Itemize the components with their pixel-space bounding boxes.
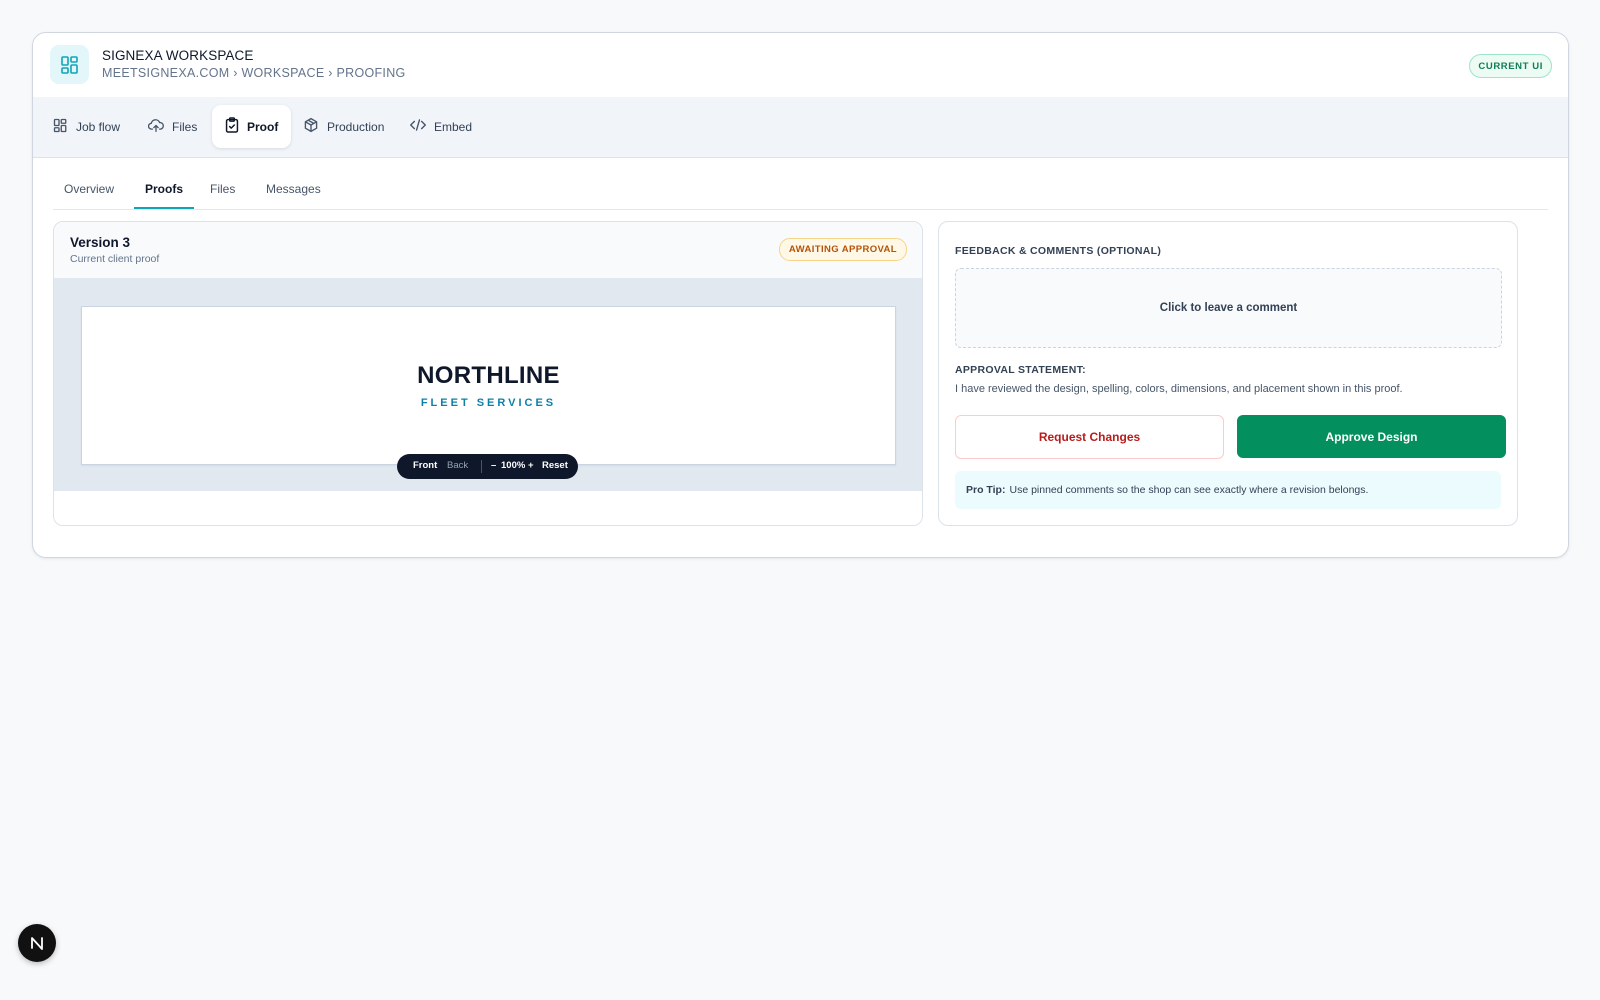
- zoom-level: 100%: [501, 460, 526, 471]
- version-subtitle: Current client proof: [70, 253, 160, 265]
- request-changes-button[interactable]: Request Changes: [955, 415, 1224, 459]
- nav-job-flow[interactable]: Job flow: [40, 105, 133, 148]
- clipboard-check-icon: [225, 117, 239, 136]
- feedback-label: FEEDBACK & COMMENTS (OPTIONAL): [955, 245, 1162, 257]
- workspace-title: SIGNEXA WORKSPACE: [102, 48, 254, 63]
- artwork-subtitle: FLEET SERVICES: [420, 397, 557, 409]
- nav-label: Files: [172, 119, 198, 134]
- nav-label: Job flow: [76, 119, 121, 134]
- dashboard-grid-icon: [53, 118, 68, 136]
- subtab-bar: Overview Proofs Files Messages: [53, 181, 1548, 210]
- nav-proof[interactable]: Proof: [212, 105, 292, 148]
- workspace-card: SIGNEXA WORKSPACE MEETSIGNEXA.COM › WORK…: [32, 32, 1569, 558]
- pro-tip: Pro Tip: Use pinned comments so the shop…: [955, 471, 1501, 509]
- reset-button[interactable]: Reset: [542, 460, 568, 471]
- proof-artboard[interactable]: NORTHLINE FLEET SERVICES: [81, 306, 896, 465]
- tip-text: Use pinned comments so the shop can see …: [1009, 484, 1369, 496]
- proof-panel: Version 3 Current client proof AWAITING …: [53, 221, 923, 526]
- package-icon: [303, 117, 319, 136]
- cloud-upload-icon: [147, 118, 164, 136]
- dev-tools-button[interactable]: [18, 924, 56, 962]
- tab-overview[interactable]: Overview: [53, 181, 125, 207]
- zoom-in-button[interactable]: +: [528, 460, 534, 471]
- workspace-header: SIGNEXA WORKSPACE MEETSIGNEXA.COM › WORK…: [33, 33, 1568, 98]
- code-icon: [410, 118, 426, 135]
- nav-production[interactable]: Production: [290, 105, 397, 148]
- back-toggle[interactable]: Back: [447, 460, 468, 471]
- nav-label: Proof: [247, 119, 279, 134]
- version-title: Version 3: [70, 235, 131, 250]
- approve-design-button[interactable]: Approve Design: [1237, 415, 1506, 458]
- nav-embed[interactable]: Embed: [397, 105, 485, 148]
- approval-statement: I have reviewed the design, spelling, co…: [955, 383, 1403, 395]
- viewer-controls: Front Back – 100% + Reset: [397, 454, 578, 479]
- proof-canvas[interactable]: NORTHLINE FLEET SERVICES Front Back – 10…: [54, 278, 922, 491]
- breadcrumb: MEETSIGNEXA.COM › WORKSPACE › PROOFING: [102, 66, 406, 80]
- n-logo-icon: [31, 937, 43, 950]
- proof-header: Version 3 Current client proof AWAITING …: [54, 222, 922, 278]
- workspace-nav: Job flow Files Proof Production Embed: [33, 97, 1568, 158]
- tab-proofs[interactable]: Proofs: [134, 181, 195, 209]
- dashboard-grid-icon: [50, 45, 89, 84]
- artwork-title: NORTHLINE: [417, 362, 560, 389]
- approval-label: APPROVAL STATEMENT:: [955, 364, 1086, 376]
- front-toggle[interactable]: Front: [413, 460, 437, 471]
- nav-files[interactable]: Files: [135, 105, 210, 148]
- zoom-out-button[interactable]: –: [491, 460, 496, 471]
- tab-files[interactable]: Files: [199, 181, 246, 207]
- feedback-panel: FEEDBACK & COMMENTS (OPTIONAL) Click to …: [938, 221, 1518, 526]
- current-ui-badge: CURRENT UI: [1469, 54, 1552, 78]
- tab-messages[interactable]: Messages: [255, 181, 332, 207]
- nav-label: Production: [327, 119, 385, 134]
- viewer-divider: [481, 460, 482, 473]
- proof-footer: [54, 491, 922, 525]
- tip-label: Pro Tip:: [966, 484, 1006, 496]
- nav-label: Embed: [434, 119, 473, 134]
- status-badge: AWAITING APPROVAL: [778, 238, 907, 261]
- comment-input[interactable]: Click to leave a comment: [955, 268, 1502, 348]
